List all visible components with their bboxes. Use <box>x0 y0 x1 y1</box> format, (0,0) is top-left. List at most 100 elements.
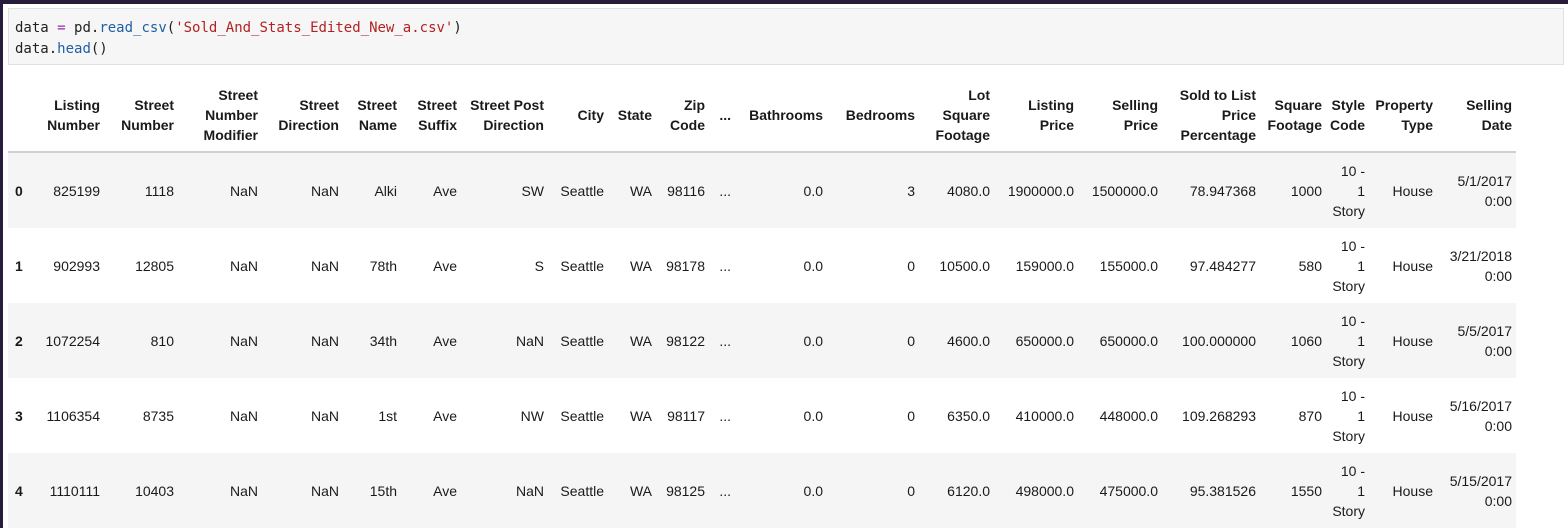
column-header: Bedrooms <box>827 78 919 153</box>
column-header: Street Suffix <box>401 78 461 153</box>
table-cell: 1072254 <box>45 332 100 349</box>
table-row: 4 1110111 10403 NaN NaN 15th Ave NaN Seattle WA 98… <box>8 453 1516 528</box>
table-cell: S <box>534 257 544 274</box>
code-token-function: head <box>57 41 91 57</box>
code-token: ( <box>166 20 176 36</box>
code-token: pd. <box>74 20 100 36</box>
table-cell: Seattle <box>560 182 604 199</box>
table-row: 1 902993 12805 NaN NaN 78th Ave S Seattle WA 98178… <box>8 228 1516 303</box>
table-cell: 448000.0 <box>1099 407 1158 424</box>
dataframe-table: Listing Number Street Number Street Number… <box>8 78 1516 528</box>
table-body: 0 825199 1118 NaN NaN Alki Ave SW Seattle WA 98116… <box>8 152 1516 528</box>
row-index: 1 <box>15 257 23 274</box>
table-cell: NaN <box>229 407 258 424</box>
table-cell: NaN <box>229 257 258 274</box>
table-cell: Seattle <box>560 257 604 274</box>
table-cell: 810 <box>150 332 174 349</box>
column-header: Bathrooms <box>735 78 827 153</box>
table-cell: Alki <box>374 182 397 199</box>
table-cell: 825199 <box>53 182 100 199</box>
table-cell: 10500.0 <box>939 257 990 274</box>
table-cell: 0 <box>907 482 915 499</box>
table-cell: 10 - 1 Story <box>1332 387 1365 444</box>
table-cell: 4080.0 <box>947 182 990 199</box>
table-cell: Seattle <box>560 407 604 424</box>
row-index: 0 <box>15 182 23 199</box>
code-token: () <box>90 41 108 57</box>
table-cell: 1106354 <box>46 407 100 424</box>
table-cell: 10 - 1 Story <box>1332 237 1365 294</box>
table-cell: 580 <box>1298 257 1322 274</box>
table-cell: 0.0 <box>803 257 823 274</box>
table-cell: WA <box>629 332 652 349</box>
table-cell: 97.484277 <box>1189 257 1256 274</box>
table-cell: 1000 <box>1290 182 1322 199</box>
table-cell: 3 <box>907 182 915 199</box>
table-cell: 6120.0 <box>947 482 990 499</box>
row-index: 3 <box>15 407 23 424</box>
table-cell: 498000.0 <box>1015 482 1074 499</box>
table-cell: 650000.0 <box>1015 332 1074 349</box>
table-cell: Ave <box>433 407 457 424</box>
table-header-row: Listing Number Street Number Street Number… <box>8 78 1516 153</box>
table-cell: 0 <box>907 257 915 274</box>
table-cell: 4600.0 <box>947 332 990 349</box>
table-cell: NaN <box>229 332 258 349</box>
table-cell: NW <box>520 407 544 424</box>
row-index: 2 <box>15 332 23 349</box>
table-cell: ... <box>719 407 731 424</box>
table-cell: WA <box>629 257 652 274</box>
table-cell: 10 - 1 Story <box>1332 462 1365 519</box>
table-cell: 1060 <box>1290 332 1322 349</box>
table-cell: 902993 <box>53 257 100 274</box>
table-cell: ... <box>719 182 731 199</box>
table-cell: House <box>1392 482 1433 499</box>
column-header: Selling Price <box>1078 78 1162 153</box>
table-cell: 0.0 <box>803 332 823 349</box>
code-token-function: read_csv <box>99 20 167 36</box>
column-header: Style Code <box>1326 78 1369 153</box>
column-header: Street Name <box>343 78 401 153</box>
table-cell: ... <box>719 482 731 499</box>
table-cell: 1st <box>378 407 397 424</box>
column-header: Listing Price <box>994 78 1078 153</box>
code-token: ) <box>453 20 462 36</box>
column-header: City <box>548 78 608 153</box>
table-cell: 3/21/2018 0:00 <box>1449 247 1512 284</box>
table-cell: NaN <box>515 332 544 349</box>
column-header: Street Number <box>104 78 178 153</box>
table-row: 0 825199 1118 NaN NaN Alki Ave SW Seattle WA 98116… <box>8 152 1516 228</box>
table-cell: 78th <box>369 257 397 274</box>
column-header: Lot Square Footage <box>919 78 994 153</box>
table-cell: 0.0 <box>803 182 823 199</box>
table-cell: 5/16/2017 0:00 <box>1449 397 1512 434</box>
table-cell: 5/15/2017 0:00 <box>1449 472 1512 509</box>
table-cell: NaN <box>229 182 258 199</box>
row-index: 4 <box>15 482 23 499</box>
table-cell: WA <box>629 407 652 424</box>
table-row: 2 1072254 810 NaN NaN 34th Ave NaN Seattle WA 9812… <box>8 303 1516 378</box>
table-cell: 0.0 <box>803 407 823 424</box>
table-cell: SW <box>521 182 544 199</box>
table-cell: 1110111 <box>49 482 100 499</box>
code-line-1: data = pd.read_csv('Sold_And_Stats_Edite… <box>15 18 1563 39</box>
table-cell: 1500000.0 <box>1091 182 1158 199</box>
table-cell: WA <box>629 182 652 199</box>
table-cell: 10 - 1 Story <box>1332 312 1365 369</box>
table-cell: 12805 <box>135 257 174 274</box>
table-cell: ... <box>719 332 731 349</box>
column-header: Square Footage <box>1260 78 1326 153</box>
table-cell: 0 <box>907 407 915 424</box>
table-cell: 1550 <box>1290 482 1322 499</box>
table-row: 3 1106354 8735 NaN NaN 1st Ave NW Seattle WA 98117… <box>8 378 1516 453</box>
table-cell: 10 - 1 Story <box>1332 162 1365 219</box>
code-cell[interactable]: data = pd.read_csv('Sold_And_Stats_Edite… <box>8 8 1564 65</box>
code-token: data <box>15 20 49 36</box>
column-header: Street Number Modifier <box>178 78 262 153</box>
table-cell: 410000.0 <box>1015 407 1074 424</box>
table-cell: NaN <box>229 482 258 499</box>
column-header: Street Post Direction <box>461 78 548 153</box>
table-cell: 78.947368 <box>1189 182 1256 199</box>
table-cell: 5/5/2017 0:00 <box>1457 322 1513 359</box>
table-cell: House <box>1392 407 1433 424</box>
